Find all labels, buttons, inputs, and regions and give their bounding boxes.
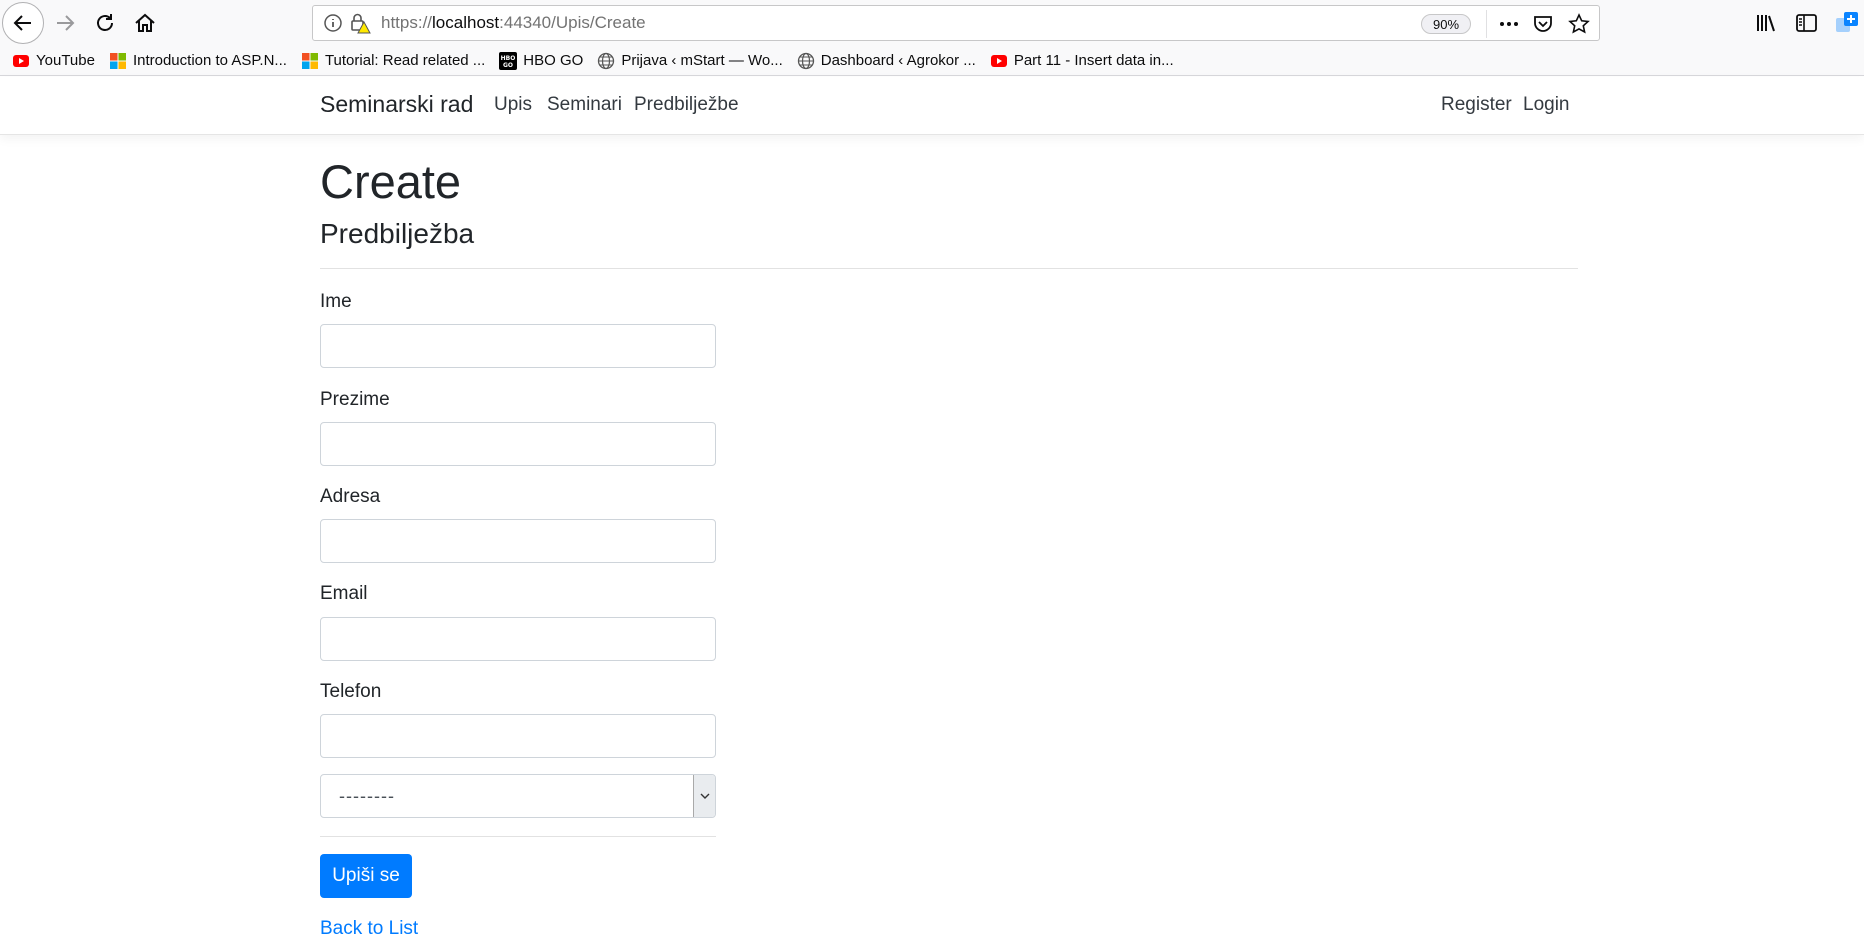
- page-subtitle: Predbilježba: [320, 218, 475, 249]
- nav-link-register[interactable]: Register: [1441, 94, 1512, 116]
- page-title: Create: [320, 155, 462, 208]
- nav-link-upis[interactable]: Upis: [494, 94, 532, 116]
- microsoft-icon: [301, 52, 318, 69]
- bookmark-part-11[interactable]: Part 11 - Insert data in...: [990, 52, 1174, 70]
- form-divider: [320, 836, 716, 837]
- svg-text:HBO: HBO: [501, 55, 516, 62]
- lock-warning-icon[interactable]: [349, 12, 371, 34]
- extension-icon[interactable]: [1834, 10, 1860, 36]
- url-prefix: https://: [381, 13, 433, 32]
- adresa-label: Adresa: [320, 486, 381, 507]
- telefon-label: Telefon: [320, 681, 382, 702]
- ime-input[interactable]: [320, 324, 716, 368]
- bookmark-label: Tutorial: Read related ...: [324, 52, 486, 69]
- reload-button[interactable]: [84, 2, 126, 44]
- microsoft-icon: [109, 52, 126, 69]
- select-value: --------: [339, 785, 395, 806]
- arrow-left-icon: [13, 15, 31, 31]
- sidebar-icon[interactable]: [1794, 10, 1820, 36]
- back-to-list-link[interactable]: Back to List: [320, 918, 418, 940]
- bookmark-mstart[interactable]: Prijava ‹ mStart — Wo...: [597, 52, 783, 70]
- site-navbar: Seminarski rad Upis Seminari Predbilježb…: [0, 77, 1864, 135]
- submit-button[interactable]: Upiši se: [320, 854, 412, 898]
- bookmark-tutorial[interactable]: Tutorial: Read related ...: [301, 52, 485, 70]
- prezime-label: Prezime: [320, 389, 390, 410]
- bookmark-label: Prijava ‹ mStart — Wo...: [621, 52, 783, 69]
- forward-button[interactable]: [44, 2, 86, 44]
- zoom-indicator[interactable]: 90%: [1421, 14, 1471, 34]
- home-icon: [135, 13, 155, 32]
- nav-link-seminari[interactable]: Seminari: [547, 94, 622, 116]
- youtube-icon: [13, 54, 29, 67]
- star-icon: [1568, 13, 1590, 34]
- back-button[interactable]: [2, 2, 44, 44]
- bookmarks-bar: YouTube Introduction to ASP.N... Tutoria…: [0, 46, 1864, 76]
- pocket-icon: [1534, 16, 1552, 32]
- browser-toolbar: https://localhost:44340/Upis/Create 90%: [0, 0, 1864, 46]
- email-input[interactable]: [320, 617, 716, 661]
- bookmark-aspnet[interactable]: Introduction to ASP.N...: [109, 52, 287, 70]
- url-separator: [1486, 10, 1487, 38]
- select-arrow[interactable]: [693, 775, 715, 817]
- info-icon[interactable]: [323, 13, 343, 33]
- telefon-input[interactable]: [320, 714, 716, 758]
- navbar-brand[interactable]: Seminarski rad: [320, 91, 473, 118]
- url-host: localhost: [432, 13, 500, 32]
- bookmark-label: HBO GO: [523, 52, 584, 69]
- url-text[interactable]: https://localhost:44340/Upis/Create: [381, 13, 646, 33]
- seminar-select[interactable]: --------: [320, 774, 716, 818]
- bookmark-label: Introduction to ASP.N...: [132, 52, 287, 69]
- bookmark-youtube[interactable]: YouTube: [12, 52, 95, 70]
- ellipsis-icon: [1500, 22, 1518, 26]
- bookmark-label: Dashboard ‹ Agrokor ...: [820, 52, 976, 69]
- bookmark-label: YouTube: [36, 52, 95, 69]
- url-bar[interactable]: https://localhost:44340/Upis/Create 90%: [312, 5, 1600, 41]
- divider: [320, 268, 1578, 269]
- bookmark-star-button[interactable]: [1567, 12, 1591, 36]
- reload-icon: [97, 14, 113, 31]
- page-actions-button[interactable]: [1497, 12, 1521, 36]
- url-path: :44340/Upis/Create: [499, 13, 646, 32]
- home-button[interactable]: [124, 2, 166, 44]
- adresa-input[interactable]: [320, 519, 716, 563]
- svg-text:GO: GO: [503, 62, 513, 69]
- ime-label: Ime: [320, 291, 352, 312]
- prezime-input[interactable]: [320, 422, 716, 466]
- youtube-icon: [990, 54, 1007, 67]
- globe-icon: [797, 52, 814, 69]
- chevron-down-icon: [700, 793, 709, 799]
- bookmark-hbo-go[interactable]: HBO GO HBO GO: [499, 51, 584, 70]
- globe-icon: [598, 52, 615, 69]
- nav-link-login[interactable]: Login: [1523, 94, 1570, 116]
- library-icon[interactable]: [1754, 10, 1780, 36]
- pocket-button[interactable]: [1531, 12, 1555, 36]
- email-label: Email: [320, 583, 368, 604]
- nav-link-predbiljezbe[interactable]: Predbilježbe: [634, 94, 739, 116]
- arrow-right-icon: [57, 15, 75, 31]
- hbo-icon: HBOGO: [499, 51, 518, 70]
- bookmark-agrokor[interactable]: Dashboard ‹ Agrokor ...: [797, 52, 976, 70]
- bookmark-label: Part 11 - Insert data in...: [1013, 52, 1174, 69]
